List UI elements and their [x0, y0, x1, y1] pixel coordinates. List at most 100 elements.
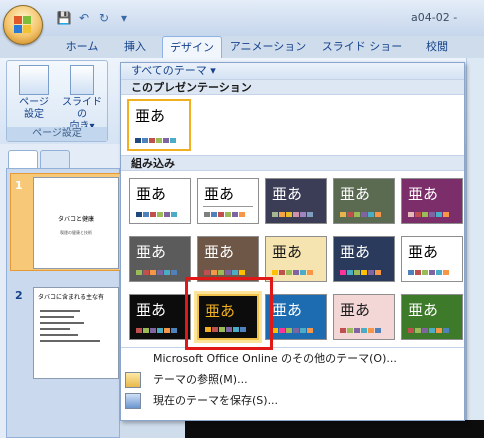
theme-thumbnail[interactable]: 亜あ [197, 178, 259, 224]
theme-thumbnail[interactable]: 亜あ [265, 236, 327, 282]
theme-current[interactable]: 亜あ [127, 99, 191, 151]
color-swatch [354, 270, 360, 275]
slide-title: タバコに含まれる主な有 [38, 294, 105, 301]
slides-tab-icon[interactable] [8, 150, 38, 168]
color-swatch [279, 270, 285, 275]
theme-thumbnail[interactable]: 亜あ [401, 294, 463, 340]
color-swatch [340, 270, 346, 275]
theme-thumbnail[interactable]: 亜あ [333, 236, 395, 282]
color-swatch [293, 212, 299, 217]
tab-design[interactable]: デザイン [162, 36, 222, 58]
theme-preview-text: 亜あ [408, 243, 439, 261]
tab-home[interactable]: ホーム [56, 36, 108, 58]
theme-color-swatches [408, 270, 449, 275]
theme-color-swatches [136, 212, 177, 217]
theme-color-swatches [204, 270, 245, 275]
theme-preview-text: 亜あ [340, 243, 371, 261]
customize-qat-icon[interactable]: ▾ [116, 10, 132, 26]
color-swatch [279, 212, 285, 217]
menu-item-label: Microsoft Office Online のその他のテーマ(O)... [153, 352, 397, 365]
slide-number: 1 [15, 179, 23, 192]
theme-color-swatches [204, 212, 245, 217]
color-swatch [163, 138, 169, 143]
menu-item-label: テーマの参照(M)... [153, 373, 248, 386]
color-swatch [239, 212, 245, 217]
color-swatch [436, 212, 442, 217]
slide-title: タバコと健康 [57, 216, 94, 223]
section-builtin: 組み込み [121, 155, 464, 171]
color-swatch [361, 328, 367, 333]
menu-item[interactable]: テーマの参照(M)... [121, 370, 464, 390]
theme-preview-text: 亜あ [272, 301, 303, 319]
color-swatch [150, 328, 156, 333]
office-button[interactable] [3, 5, 43, 45]
tab-animations[interactable]: アニメーション [222, 36, 314, 58]
color-swatch [135, 138, 141, 143]
theme-preview-text: 亜あ [340, 301, 371, 319]
color-swatch [239, 270, 245, 275]
color-swatch [368, 212, 374, 217]
orientation-icon [70, 65, 94, 95]
theme-thumbnail[interactable]: 亜あ [129, 294, 191, 340]
color-swatch [415, 328, 421, 333]
outline-tab-icon[interactable] [40, 150, 70, 168]
selected-theme-highlight [185, 277, 273, 350]
color-swatch [293, 328, 299, 333]
color-swatch [375, 270, 381, 275]
color-swatch [149, 138, 155, 143]
undo-icon[interactable]: ↶ [76, 10, 92, 26]
theme-thumbnail[interactable]: 亜あ [333, 294, 395, 340]
color-swatch [143, 328, 149, 333]
theme-thumbnail[interactable]: 亜あ [129, 236, 191, 282]
gallery-filter[interactable]: すべてのテーマ ▾ [121, 63, 464, 79]
color-swatch [307, 270, 313, 275]
theme-color-swatches [272, 212, 313, 217]
document-title: a04-02 - [411, 11, 458, 24]
color-swatch [375, 212, 381, 217]
color-swatch [150, 212, 156, 217]
slide-number: 2 [15, 289, 23, 302]
theme-thumbnail[interactable]: 亜あ [129, 178, 191, 224]
theme-color-swatches [408, 328, 449, 333]
section-this-presentation: このプレゼンテーション [121, 79, 464, 95]
color-swatch [204, 212, 210, 217]
vertical-scrollbar[interactable] [466, 58, 484, 438]
color-swatch [347, 328, 353, 333]
redo-icon[interactable]: ↻ [96, 10, 112, 26]
menu-item[interactable]: 現在のテーマを保存(S)... [121, 391, 464, 411]
theme-color-swatches [340, 270, 381, 275]
app-window: 💾 ↶ ↻ ▾ a04-02 - ホーム 挿入 デザイン アニメーション スライ… [0, 0, 484, 438]
theme-thumbnail[interactable]: 亜あ [197, 236, 259, 282]
color-swatch [443, 328, 449, 333]
theme-thumbnail[interactable]: 亜あ [265, 294, 327, 340]
color-swatch [211, 270, 217, 275]
theme-thumbnail[interactable]: 亜あ [333, 178, 395, 224]
page-setup-button[interactable]: ページ 設定 [11, 63, 57, 127]
color-swatch [354, 328, 360, 333]
theme-color-swatches [340, 328, 381, 333]
color-swatch [422, 328, 428, 333]
color-swatch [368, 328, 374, 333]
color-swatch [142, 138, 148, 143]
slide-thumbnail-1[interactable]: タバコと健康 喫煙の健康と技術 [33, 177, 119, 269]
menu-item[interactable]: Microsoft Office Online のその他のテーマ(O)... [121, 349, 464, 369]
theme-thumbnail[interactable]: 亜あ [401, 178, 463, 224]
slides-pane: 1 タバコと健康 喫煙の健康と技術 2 タバコに含まれる主な有 [0, 144, 122, 438]
page-setup-group: ページ 設定 スライドの 向き▾ ページ設定 [6, 60, 108, 142]
color-swatch [422, 270, 428, 275]
theme-thumbnail[interactable]: 亜あ [265, 178, 327, 224]
slide-orientation-button[interactable]: スライドの 向き▾ [59, 63, 105, 132]
slide-thumbnail-2[interactable]: タバコに含まれる主な有 [33, 287, 119, 379]
color-swatch [375, 328, 381, 333]
save-icon[interactable]: 💾 [56, 10, 72, 26]
theme-thumbnail[interactable]: 亜あ [401, 236, 463, 282]
tab-insert[interactable]: 挿入 [108, 36, 162, 58]
themes-gallery: すべてのテーマ ▾ このプレゼンテーション 亜あ 組み込み 亜あ 亜あ 亜あ 亜あ 亜あ… [120, 62, 465, 421]
color-swatch [408, 212, 414, 217]
tab-review[interactable]: 校閲 [410, 36, 464, 58]
color-swatch [422, 212, 428, 217]
color-swatch [368, 270, 374, 275]
tab-slide-show[interactable]: スライド ショー [314, 36, 410, 58]
color-swatch [436, 328, 442, 333]
color-swatch [347, 270, 353, 275]
